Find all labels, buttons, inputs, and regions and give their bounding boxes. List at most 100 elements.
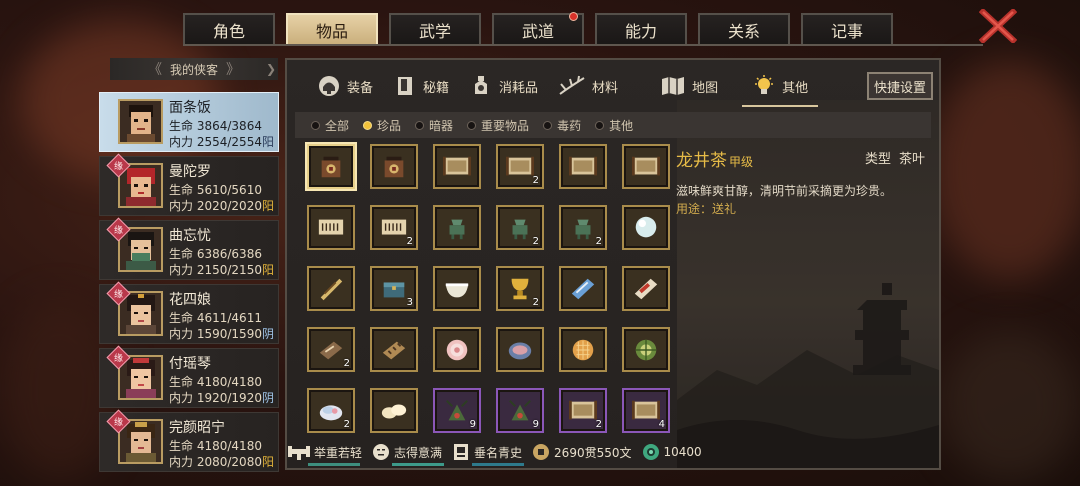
inventory-slot[interactable]: 4 bbox=[622, 388, 670, 433]
melon-icon bbox=[635, 339, 657, 360]
item-count: 9 bbox=[469, 419, 476, 430]
hp-stat: 生命 4180/4180 bbox=[169, 439, 262, 453]
item-count: 2 bbox=[343, 358, 350, 369]
inventory-slot[interactable]: 2 bbox=[496, 205, 544, 250]
filter-hidden-weapon[interactable]: 暗器 bbox=[415, 117, 453, 134]
inventory-slot[interactable] bbox=[433, 266, 481, 311]
scroll-painting-icon bbox=[506, 156, 534, 175]
inventory-slot[interactable]: 2 bbox=[307, 327, 355, 372]
inventory-slot[interactable] bbox=[559, 144, 607, 189]
status-meter bbox=[308, 463, 360, 466]
sidebar-header: 《 我的侠客 》 ❯ bbox=[110, 58, 278, 80]
collapse-arrow-icon[interactable]: ❯ bbox=[266, 62, 276, 76]
helmet-icon bbox=[319, 76, 339, 96]
chevron-left-icon[interactable]: 《 bbox=[148, 59, 162, 79]
book-icon bbox=[398, 77, 413, 95]
filter-treasure[interactable]: 珍品 bbox=[363, 117, 401, 134]
tab-materials[interactable]: 材料 bbox=[548, 68, 628, 104]
character-name: 曲忘忧 bbox=[169, 228, 211, 244]
inventory-slot[interactable] bbox=[370, 388, 418, 433]
close-x-icon bbox=[979, 9, 1017, 43]
inventory-slot[interactable]: 9 bbox=[433, 388, 481, 433]
character-card[interactable]: 缘 完颜昭宁 生命 4180/4180 内力 2080/2080 阳 bbox=[99, 409, 279, 472]
filter-key-items[interactable]: 重要物品 bbox=[467, 117, 529, 134]
tab-label: 武学 bbox=[418, 22, 451, 41]
character-card[interactable]: 缘 付瑶琴 生命 4180/4180 内力 1920/1920 阴 bbox=[99, 345, 279, 408]
inventory-slot[interactable] bbox=[622, 144, 670, 189]
inventory-slot[interactable]: 9 bbox=[496, 388, 544, 433]
status-money: 2690贯550文 bbox=[532, 443, 632, 461]
item-count: 2 bbox=[595, 236, 602, 247]
inventory-slot[interactable] bbox=[433, 327, 481, 372]
tab-ability[interactable]: 能力 bbox=[595, 13, 687, 45]
strength-icon bbox=[288, 446, 310, 460]
scroll-painting-icon bbox=[569, 156, 597, 175]
herb-bundle-icon bbox=[509, 399, 531, 420]
close-button[interactable] bbox=[972, 6, 1024, 46]
character-card[interactable]: 缘 曼陀罗 生命 5610/5610 内力 2020/2020 阳 bbox=[99, 153, 279, 216]
character-card[interactable]: 缘 花四娘 生命 4611/4611 内力 1590/1590 阴 bbox=[99, 281, 279, 344]
tab-role[interactable]: 角色 bbox=[183, 13, 275, 45]
tab-manuals[interactable]: 秘籍 bbox=[383, 68, 459, 104]
filter-all[interactable]: 全部 bbox=[311, 117, 349, 134]
inventory-slot[interactable] bbox=[370, 144, 418, 189]
inventory-slot[interactable] bbox=[622, 266, 670, 311]
tab-journal[interactable]: 记事 bbox=[801, 13, 893, 45]
inventory-slot[interactable] bbox=[307, 144, 355, 189]
status-meter bbox=[472, 463, 525, 466]
tab-items[interactable]: 物品 bbox=[286, 13, 378, 45]
pastry-icon bbox=[446, 339, 468, 360]
inventory-slot[interactable]: 2 bbox=[307, 388, 355, 433]
inventory-slot[interactable] bbox=[433, 144, 481, 189]
scroll-painting-icon bbox=[632, 156, 660, 175]
tab-relations[interactable]: 关系 bbox=[698, 13, 790, 45]
inventory-slot[interactable] bbox=[307, 266, 355, 311]
tab-divider bbox=[183, 44, 983, 46]
inventory-slot[interactable]: 2 bbox=[559, 388, 607, 433]
inventory-slot[interactable]: 2 bbox=[370, 205, 418, 250]
item-grade: 甲级 bbox=[729, 155, 754, 169]
inventory-slot[interactable]: 2 bbox=[496, 266, 544, 311]
inventory-slot[interactable] bbox=[622, 205, 670, 250]
inventory-slot[interactable] bbox=[559, 266, 607, 311]
tab-consumables[interactable]: 消耗品 bbox=[459, 68, 548, 104]
character-name: 完颜昭宁 bbox=[169, 420, 225, 436]
filter-poison[interactable]: 毒药 bbox=[543, 117, 581, 134]
background-blur bbox=[930, 60, 1080, 280]
chevron-right-icon[interactable]: 》 bbox=[226, 59, 240, 79]
tab-martial-arts[interactable]: 武学 bbox=[389, 13, 481, 45]
yinyang-badge: 阴 bbox=[261, 391, 274, 405]
status-burden: 举重若轻 bbox=[288, 443, 362, 466]
tab-martial-way[interactable]: 武道 bbox=[492, 12, 584, 45]
quick-settings-button[interactable]: 快捷设置 bbox=[867, 72, 933, 100]
scroll-painting-icon bbox=[569, 400, 597, 419]
inventory-slot[interactable] bbox=[559, 327, 607, 372]
inventory-slot[interactable] bbox=[370, 327, 418, 372]
inventory-panel: 装备 秘籍 消耗品 材料 地图 其他 快捷设置 全部 珍品 暗器 重要物品 毒药… bbox=[285, 58, 941, 470]
bronze-vessel-icon bbox=[512, 219, 528, 239]
inventory-slot[interactable] bbox=[622, 327, 670, 372]
filter-other[interactable]: 其他 bbox=[595, 117, 633, 134]
inventory-slot[interactable]: 3 bbox=[370, 266, 418, 311]
tab-maps[interactable]: 地图 bbox=[650, 68, 728, 104]
tab-label: 秘籍 bbox=[423, 80, 450, 96]
character-card[interactable]: 面条饭 生命 3864/3864 内力 2554/2554 阳 bbox=[99, 92, 279, 152]
yinyang-badge: 阳 bbox=[261, 199, 274, 213]
inventory-slot[interactable]: 2 bbox=[496, 144, 544, 189]
chest-icon bbox=[383, 281, 405, 297]
tab-equipment[interactable]: 装备 bbox=[307, 68, 383, 104]
tab-other[interactable]: 其他 bbox=[742, 68, 819, 107]
tea-jar-icon bbox=[321, 156, 341, 177]
face-icon bbox=[373, 444, 390, 460]
status-fame: 垂名青史 bbox=[452, 443, 525, 466]
inventory-slot[interactable]: 2 bbox=[559, 205, 607, 250]
character-card[interactable]: 缘 曲忘忧 生命 6386/6386 内力 2150/2150 阳 bbox=[99, 217, 279, 280]
tab-label: 能力 bbox=[624, 22, 657, 41]
potion-icon bbox=[475, 76, 488, 94]
inventory-slot[interactable] bbox=[307, 205, 355, 250]
filter-bar: 全部 珍品 暗器 重要物品 毒药 其他 bbox=[295, 112, 931, 138]
top-tab-bar: 角色 物品 武学 武道 能力 关系 记事 bbox=[183, 12, 893, 45]
rolled-scroll-icon bbox=[320, 278, 343, 300]
inventory-slot[interactable] bbox=[433, 205, 481, 250]
inventory-slot[interactable] bbox=[496, 327, 544, 372]
